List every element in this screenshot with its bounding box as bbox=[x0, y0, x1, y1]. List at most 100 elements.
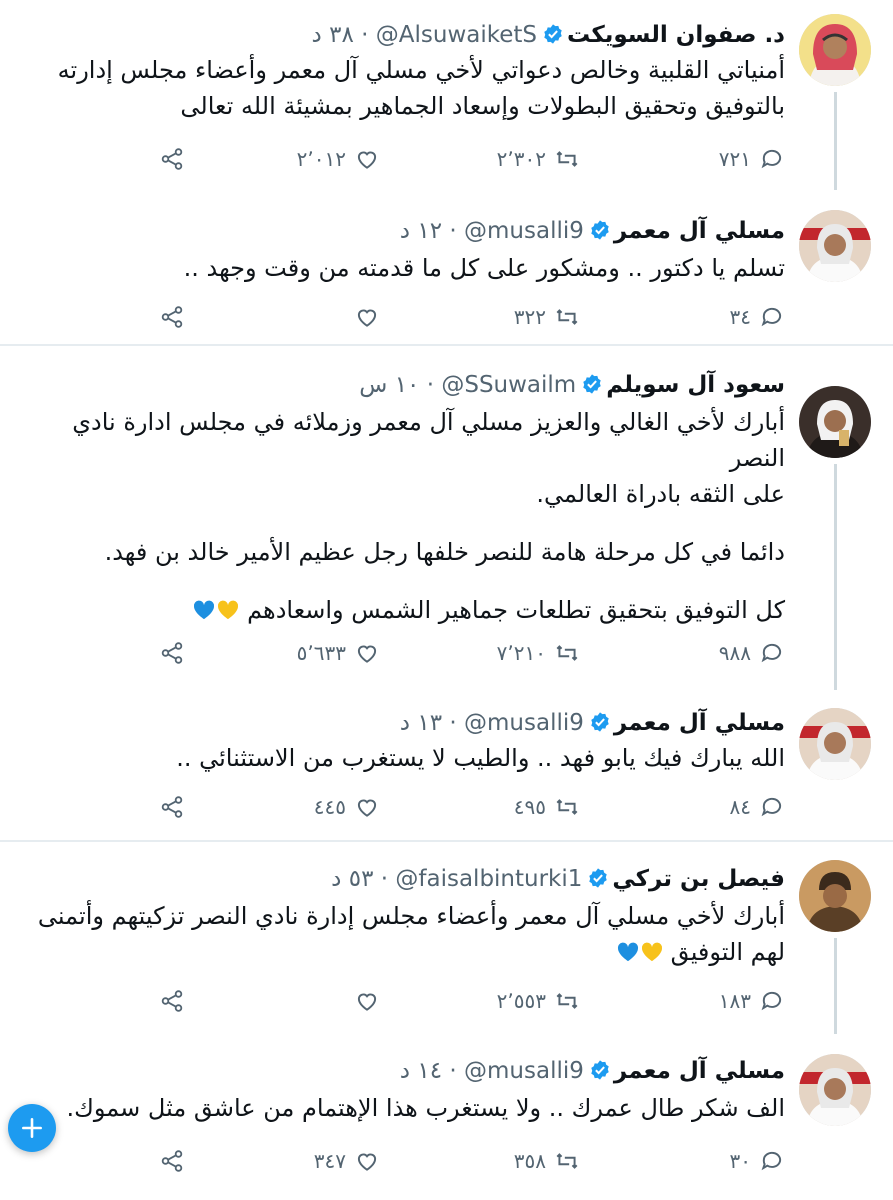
share-button[interactable] bbox=[159, 142, 185, 176]
display-name[interactable]: سعود آل سويلم bbox=[606, 372, 785, 398]
avatar[interactable] bbox=[799, 860, 871, 932]
thread-line bbox=[834, 92, 837, 190]
retweet-button[interactable]: ٧٬٢١٠ bbox=[497, 636, 580, 670]
like-button[interactable]: ٤٤٥ bbox=[314, 790, 380, 824]
retweet-button[interactable]: ٢٬٣٠٢ bbox=[497, 142, 580, 176]
display-name[interactable]: فيصل بن تركي bbox=[612, 866, 785, 892]
reply-icon bbox=[761, 643, 782, 663]
tweet-text: الف شكر طال عمرك .. ولا يستغرب هذا الإهت… bbox=[66, 1094, 786, 1122]
heart-icon bbox=[357, 1153, 377, 1171]
reply-icon bbox=[761, 149, 782, 169]
tweet-actions: ١٨٣ ٢٬٥٥٣ bbox=[30, 984, 785, 1018]
reply-icon bbox=[761, 797, 782, 817]
avatar[interactable] bbox=[799, 210, 871, 282]
retweet-button[interactable]: ٣٥٨ bbox=[514, 1144, 580, 1178]
tweet[interactable]: مسلي آل معمر@musalli9 · ١٢ د تسلم يا دكت… bbox=[0, 190, 893, 342]
retweet-icon bbox=[556, 151, 578, 167]
timestamp: ٣٨ د bbox=[311, 22, 354, 48]
share-icon bbox=[161, 796, 183, 818]
retweet-icon bbox=[556, 309, 578, 325]
like-button[interactable]: ٥٬٦٣٣ bbox=[297, 636, 380, 670]
tweet[interactable]: د. صفوان السويكت@AlsuwaiketS · ٣٨ د أمني… bbox=[0, 0, 893, 190]
reply-icon bbox=[761, 307, 782, 327]
avatar[interactable] bbox=[799, 1054, 871, 1126]
display-name[interactable]: مسلي آل معمر bbox=[614, 218, 785, 244]
retweet-icon bbox=[556, 993, 578, 1009]
timestamp: ١٤ د bbox=[399, 1058, 443, 1084]
user-handle[interactable]: @musalli9 bbox=[464, 1058, 584, 1084]
user-handle[interactable]: @AlsuwaiketS bbox=[376, 22, 537, 48]
retweet-icon bbox=[556, 799, 578, 815]
tweet[interactable]: مسلي آل معمر@musalli9 · ١٤ د الف شكر طال… bbox=[0, 1034, 893, 1200]
avatar[interactable] bbox=[799, 708, 871, 780]
retweet-count: ٤٩٥ bbox=[513, 795, 546, 819]
reply-button[interactable]: ٣٠ bbox=[730, 1144, 785, 1178]
reply-count: ٨٤ bbox=[729, 795, 751, 819]
retweet-count: ٢٬٣٠٢ bbox=[496, 147, 546, 171]
like-button[interactable] bbox=[346, 984, 380, 1018]
verified-badge-icon bbox=[587, 865, 609, 888]
tweet[interactable]: فيصل بن تركي@faisalbinturki1 · ٥٣ د أبار… bbox=[0, 842, 893, 1034]
tweet-header: د. صفوان السويكت@AlsuwaiketS · ٣٨ د bbox=[311, 22, 785, 48]
like-button[interactable]: ٢٬٠١٢ bbox=[297, 142, 380, 176]
tweet-actions: ٧٢١ ٢٬٣٠٢ ٢٬٠١٢ bbox=[30, 142, 785, 176]
reply-button[interactable]: ٧٢١ bbox=[719, 142, 785, 176]
verified-badge-icon bbox=[589, 1057, 611, 1080]
reply-icon bbox=[761, 1151, 782, 1171]
tweet-actions: ٣٠ ٣٥٨ ٣٤٧ bbox=[30, 1144, 785, 1178]
retweet-button[interactable]: ٣٢٢ bbox=[514, 300, 580, 334]
reply-count: ١٨٣ bbox=[718, 989, 751, 1013]
reply-icon bbox=[761, 991, 782, 1011]
tweet[interactable]: مسلي آل معمر@musalli9 · ١٣ د الله يبارك … bbox=[0, 690, 893, 838]
retweet-button[interactable]: ٢٬٥٥٣ bbox=[497, 984, 580, 1018]
tweet-text: الله يبارك فيك يابو فهد .. والطيب لا يست… bbox=[176, 744, 785, 772]
tweet-actions: ٣٤ ٣٢٢ bbox=[30, 300, 785, 334]
user-handle[interactable]: @musalli9 bbox=[464, 710, 584, 736]
share-icon bbox=[161, 306, 183, 328]
avatar[interactable] bbox=[799, 386, 871, 458]
share-button[interactable] bbox=[159, 984, 185, 1018]
tweet[interactable]: سعود آل سويلم@SSuwailm · ١٠ س أبارك لأخي… bbox=[0, 346, 893, 690]
heart-icon bbox=[357, 151, 377, 169]
like-count: ٤٤٥ bbox=[313, 795, 346, 819]
user-handle[interactable]: @musalli9 bbox=[464, 218, 584, 244]
share-icon bbox=[161, 148, 183, 170]
reply-button[interactable]: ٨٤ bbox=[730, 790, 785, 824]
tweet-actions: ٨٤ ٤٩٥ ٤٤٥ bbox=[30, 790, 785, 824]
display-name[interactable]: مسلي آل معمر bbox=[614, 1058, 785, 1084]
reply-button[interactable]: ٣٤ bbox=[730, 300, 785, 334]
user-handle[interactable]: @SSuwailm bbox=[441, 372, 576, 398]
retweet-button[interactable]: ٤٩٥ bbox=[514, 790, 580, 824]
verified-badge-icon bbox=[589, 709, 611, 732]
heart-icon bbox=[357, 309, 377, 327]
like-count: ٢٬٠١٢ bbox=[296, 147, 346, 171]
tweet-thread: د. صفوان السويكت@AlsuwaiketS · ٣٨ د أمني… bbox=[0, 0, 893, 1200]
display-name[interactable]: مسلي آل معمر bbox=[614, 710, 785, 736]
avatar[interactable] bbox=[799, 14, 871, 86]
like-count: ٥٬٦٣٣ bbox=[296, 641, 346, 665]
tweet-header: مسلي آل معمر@musalli9 · ١٤ د bbox=[399, 1057, 785, 1084]
retweet-icon bbox=[556, 1153, 578, 1169]
share-button[interactable] bbox=[159, 636, 185, 670]
like-button[interactable] bbox=[346, 300, 380, 334]
reply-button[interactable]: ٩٨٨ bbox=[719, 636, 785, 670]
retweet-count: ٣٥٨ bbox=[513, 1149, 546, 1173]
timestamp: ٥٣ د bbox=[331, 866, 374, 892]
verified-badge-icon bbox=[589, 217, 611, 240]
reply-count: ٣٠ bbox=[729, 1149, 751, 1173]
share-button[interactable] bbox=[159, 790, 185, 824]
tweet-text: أبارك لأخي الغالي والعزيز مسلي آل معمر و… bbox=[72, 408, 785, 624]
tweet-header: فيصل بن تركي@faisalbinturki1 · ٥٣ د bbox=[331, 865, 785, 892]
reply-button[interactable]: ١٨٣ bbox=[719, 984, 785, 1018]
share-button[interactable] bbox=[159, 1144, 185, 1178]
like-button[interactable]: ٣٤٧ bbox=[314, 1144, 380, 1178]
share-button[interactable] bbox=[159, 300, 185, 334]
plus-icon bbox=[22, 1118, 42, 1138]
tweet-header: سعود آل سويلم@SSuwailm · ١٠ س bbox=[359, 372, 785, 398]
compose-button[interactable] bbox=[8, 1104, 56, 1152]
user-handle[interactable]: @faisalbinturki1 bbox=[395, 866, 582, 892]
share-icon bbox=[161, 990, 183, 1012]
display-name[interactable]: د. صفوان السويكت bbox=[567, 22, 785, 48]
retweet-count: ٢٬٥٥٣ bbox=[496, 989, 546, 1013]
retweet-count: ٣٢٢ bbox=[513, 305, 546, 329]
